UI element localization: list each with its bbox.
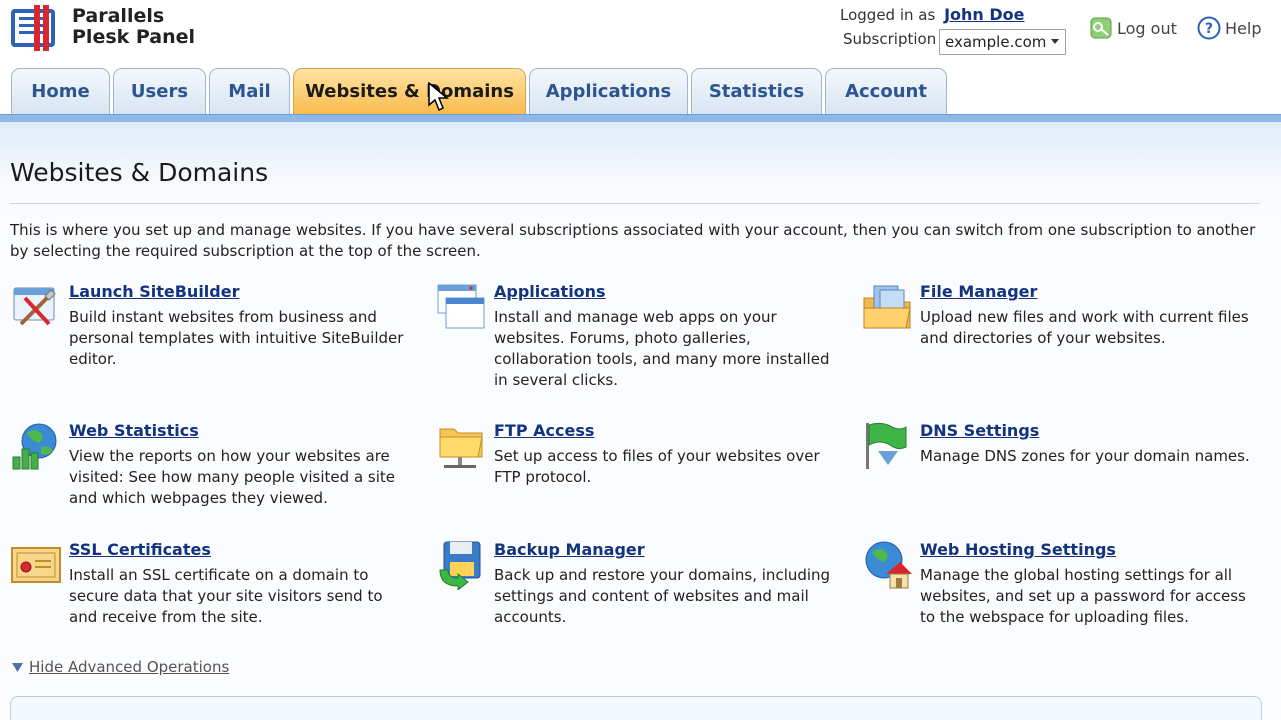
backup-manager-description: Back up and restore your domains, includ… xyxy=(494,566,831,626)
subscription-value: example.com xyxy=(945,33,1047,51)
web-hosting-settings-link[interactable]: Web Hosting Settings xyxy=(920,540,1116,559)
chevron-down-icon xyxy=(1051,39,1059,44)
applications-icon xyxy=(437,284,485,329)
hide-advanced-operations-toggle[interactable]: Hide Advanced Operations xyxy=(12,658,229,676)
mouse-pointer-icon xyxy=(428,82,450,112)
web-statistics-icon xyxy=(12,423,57,470)
tab-statistics[interactable]: Statistics xyxy=(691,68,822,116)
applications-link[interactable]: Applications xyxy=(494,282,606,301)
backup-manager-link[interactable]: Backup Manager xyxy=(494,540,645,559)
svg-text:?: ? xyxy=(1205,21,1213,37)
page-intro-text: This is where you set up and manage webs… xyxy=(10,221,1256,260)
tab-account[interactable]: Account xyxy=(825,68,947,116)
brand-line-2: Plesk Panel xyxy=(72,26,196,48)
brand-line-1: Parallels xyxy=(72,5,165,27)
header: Parallels Plesk Panel Logged in as John … xyxy=(0,0,1281,68)
dns-flag-icon xyxy=(866,422,907,469)
launch-sitebuilder-description: Build instant websites from business and… xyxy=(69,308,404,368)
file-manager-link[interactable]: File Manager xyxy=(920,282,1037,301)
tab-underline-band xyxy=(0,114,1281,122)
web-statistics-link[interactable]: Web Statistics xyxy=(69,421,199,440)
web-hosting-globe-house-icon xyxy=(865,541,912,589)
web-hosting-settings-description: Manage the global hosting settings for a… xyxy=(920,566,1246,626)
subscription-select[interactable]: example.com xyxy=(939,29,1066,55)
sitebuilder-icon xyxy=(13,287,56,326)
ssl-certificate-icon xyxy=(11,547,61,583)
logout-label: Log out xyxy=(1117,18,1177,38)
tab-websites-domains[interactable]: Websites & Domains xyxy=(293,68,526,116)
title-divider xyxy=(10,203,1260,204)
help-label: Help xyxy=(1225,18,1262,38)
file-manager-icon xyxy=(863,285,911,329)
help-button[interactable]: ? Help xyxy=(1197,16,1261,40)
main-tab-bar: Home Users Mail Websites & Domains Appli… xyxy=(0,66,1281,116)
hide-advanced-operations-label: Hide Advanced Operations xyxy=(29,658,230,676)
web-statistics-description: View the reports on how your websites ar… xyxy=(69,447,395,507)
logout-key-icon xyxy=(1090,17,1112,39)
logged-in-label: Logged in as xyxy=(840,6,936,24)
tab-users[interactable]: Users xyxy=(113,68,206,116)
advanced-operations-panel xyxy=(10,696,1262,720)
triangle-down-icon xyxy=(12,662,23,672)
tab-applications[interactable]: Applications xyxy=(529,68,688,116)
dns-settings-description: Manage DNS zones for your domain names. xyxy=(920,447,1250,465)
tab-mail[interactable]: Mail xyxy=(209,68,290,116)
subscription-label: Subscription xyxy=(843,30,937,48)
user-name-link[interactable]: John Doe xyxy=(944,5,1024,24)
page-title: Websites & Domains xyxy=(10,158,269,187)
dns-settings-link[interactable]: DNS Settings xyxy=(920,421,1039,440)
ftp-access-link[interactable]: FTP Access xyxy=(494,421,594,440)
applications-description: Install and manage web apps on your webs… xyxy=(494,308,830,389)
help-question-icon: ? xyxy=(1197,16,1221,40)
backup-floppy-icon xyxy=(439,541,481,590)
plesk-logo-icon xyxy=(11,5,55,51)
launch-sitebuilder-link[interactable]: Launch SiteBuilder xyxy=(69,282,239,301)
logged-in-info: Logged in as John Doe xyxy=(840,5,1024,24)
ssl-certificates-description: Install an SSL certificate on a domain t… xyxy=(69,566,383,626)
tab-home[interactable]: Home xyxy=(11,68,110,116)
ftp-access-description: Set up access to files of your websites … xyxy=(494,447,820,486)
ssl-certificates-link[interactable]: SSL Certificates xyxy=(69,540,211,559)
brand-name: Parallels Plesk Panel xyxy=(72,6,195,48)
file-manager-description: Upload new files and work with current f… xyxy=(920,308,1249,347)
ftp-folder-icon xyxy=(439,428,483,468)
logout-button[interactable]: Log out xyxy=(1089,16,1177,40)
